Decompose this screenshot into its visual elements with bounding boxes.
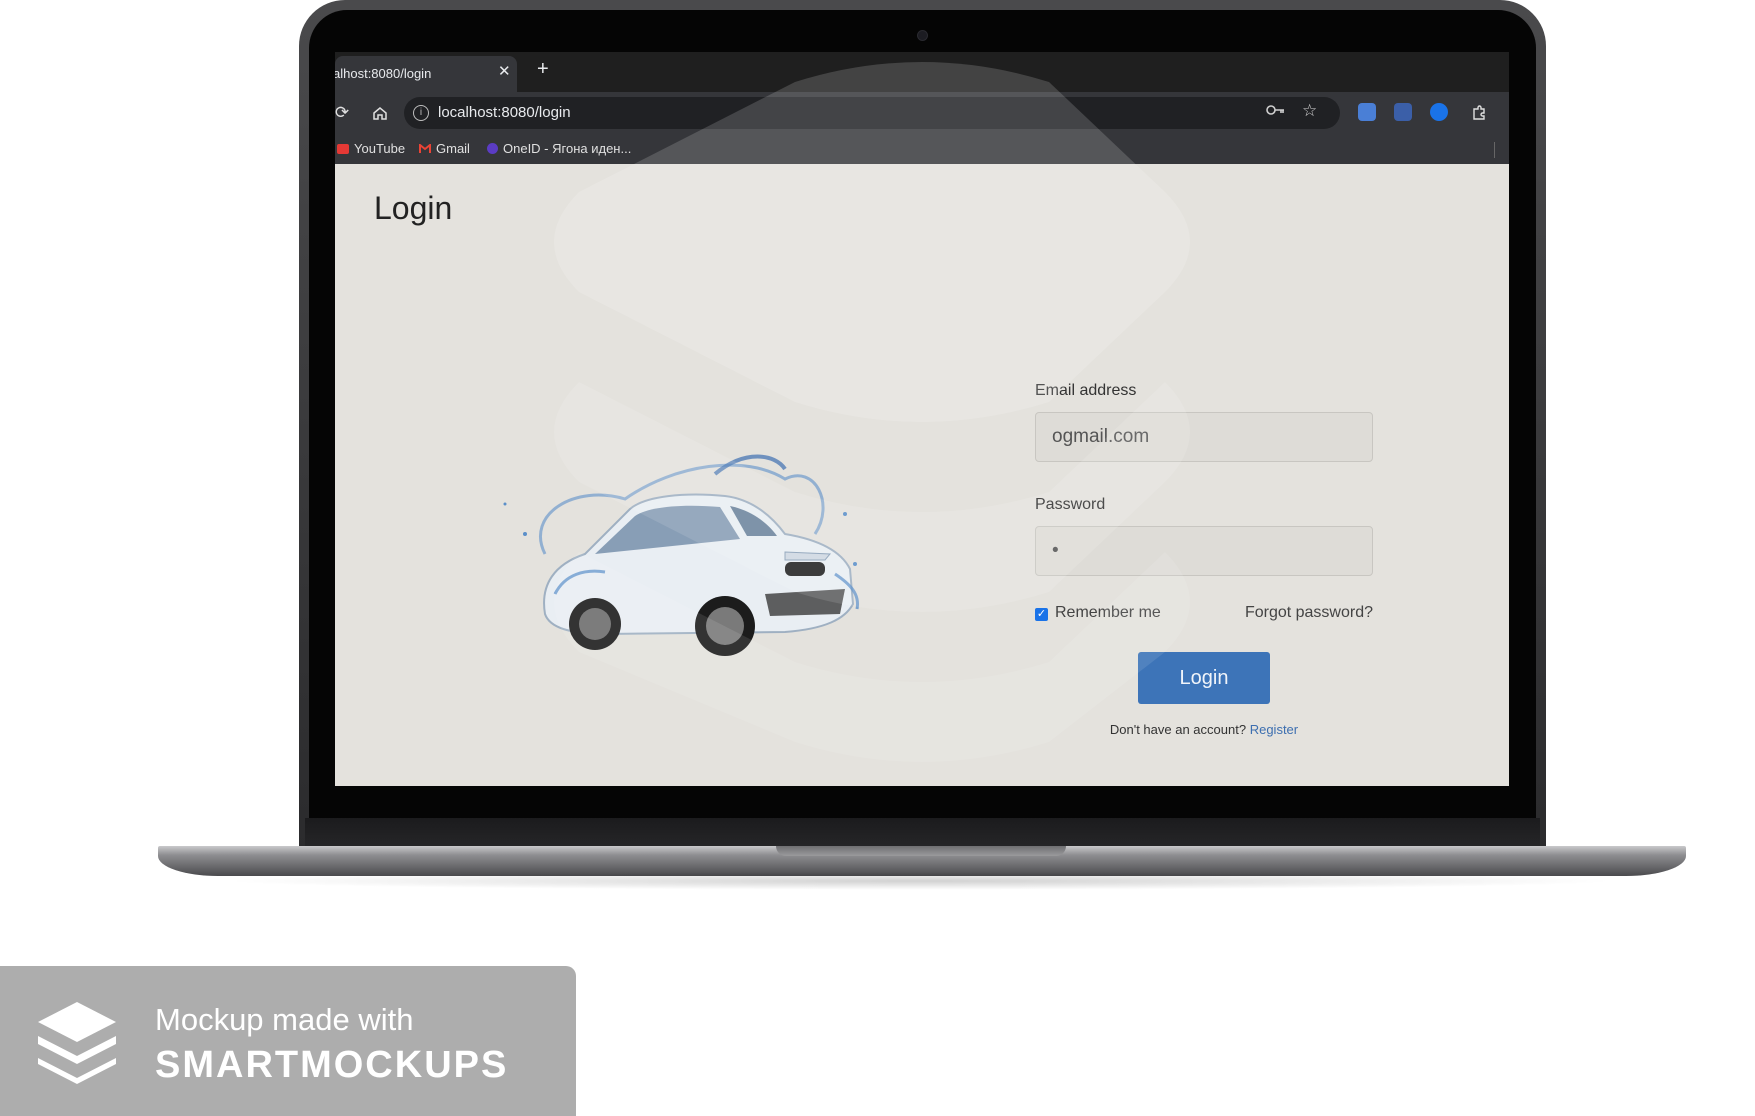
webcam [918, 31, 927, 40]
remember-me-checkbox[interactable]: ✓ [1035, 608, 1048, 621]
meet-extension-icon[interactable] [1430, 103, 1448, 121]
close-tab-icon[interactable]: ✕ [498, 62, 511, 80]
reload-icon[interactable]: ⟳ [335, 101, 354, 125]
bookmark-label: OneID - Ягона иден... [503, 141, 632, 156]
login-button[interactable]: Login [1138, 652, 1270, 704]
url-text[interactable]: localhost:8080/login [438, 104, 571, 121]
email-label: Email address [1035, 382, 1137, 399]
home-icon[interactable] [368, 101, 392, 125]
extensions-puzzle-icon[interactable] [1467, 101, 1491, 125]
register-link[interactable]: Register [1250, 722, 1298, 737]
laptop-hinge [305, 818, 1540, 848]
bookmark-oneid[interactable]: OneID - Ягона иден... [487, 141, 631, 156]
gmail-icon [419, 142, 431, 153]
smartmockups-logo-icon [38, 1002, 116, 1084]
password-key-icon[interactable] [1266, 102, 1286, 123]
browser-tab[interactable]: alhost:8080/login ✕ [335, 56, 517, 92]
bookmarks-bar: YouTube Gmail OneID - Ягона иден... [335, 134, 1509, 164]
bookmark-gmail[interactable]: Gmail [419, 141, 470, 156]
forgot-password-link[interactable]: Forgot password? [1245, 604, 1373, 622]
google-translate-icon[interactable] [1358, 103, 1376, 121]
new-tab-button[interactable]: + [537, 58, 549, 81]
no-account-text: Don't have an account? [1109, 722, 1247, 737]
tab-title: alhost:8080/login [335, 66, 432, 81]
password-field[interactable]: • [1035, 526, 1373, 576]
translate-extension-icon[interactable] [1394, 103, 1412, 121]
bookmark-star-icon[interactable]: ☆ [1302, 101, 1317, 121]
password-label: Password [1035, 496, 1106, 513]
smartmockups-badge: Mockup made with SMARTMOCKUPS [0, 966, 576, 1116]
bookmark-label: YouTube [354, 141, 406, 156]
laptop-notch [776, 846, 1066, 856]
email-field[interactable]: ogmail.com [1035, 412, 1373, 462]
badge-brand: SMARTMOCKUPS [155, 1044, 509, 1086]
browser-tabstrip: alhost:8080/login ✕ + [335, 52, 1509, 92]
page-title: Login [374, 190, 453, 226]
remember-me-label[interactable]: Remember me [1055, 604, 1161, 622]
youtube-icon [337, 144, 349, 154]
bookmark-label: Gmail [436, 141, 470, 156]
laptop-screen: alhost:8080/login ✕ + ⟳ i localhost:8080… [335, 52, 1509, 786]
site-info-icon[interactable]: i [413, 105, 429, 121]
browser-toolbar: ⟳ i localhost:8080/login ☆ [335, 92, 1509, 134]
register-prompt: Don't have an account? Register [1035, 722, 1373, 737]
badge-caption: Mockup made with [155, 1002, 414, 1037]
login-page: Login Email address ogmail.com Password … [335, 164, 1509, 786]
car-image [503, 454, 860, 656]
oneid-icon [487, 143, 498, 154]
bookmark-youtube[interactable]: YouTube [337, 141, 405, 156]
address-bar[interactable]: i localhost:8080/login ☆ [404, 97, 1340, 129]
bookmarks-divider [1494, 142, 1495, 158]
laptop-shadow [220, 872, 1620, 890]
